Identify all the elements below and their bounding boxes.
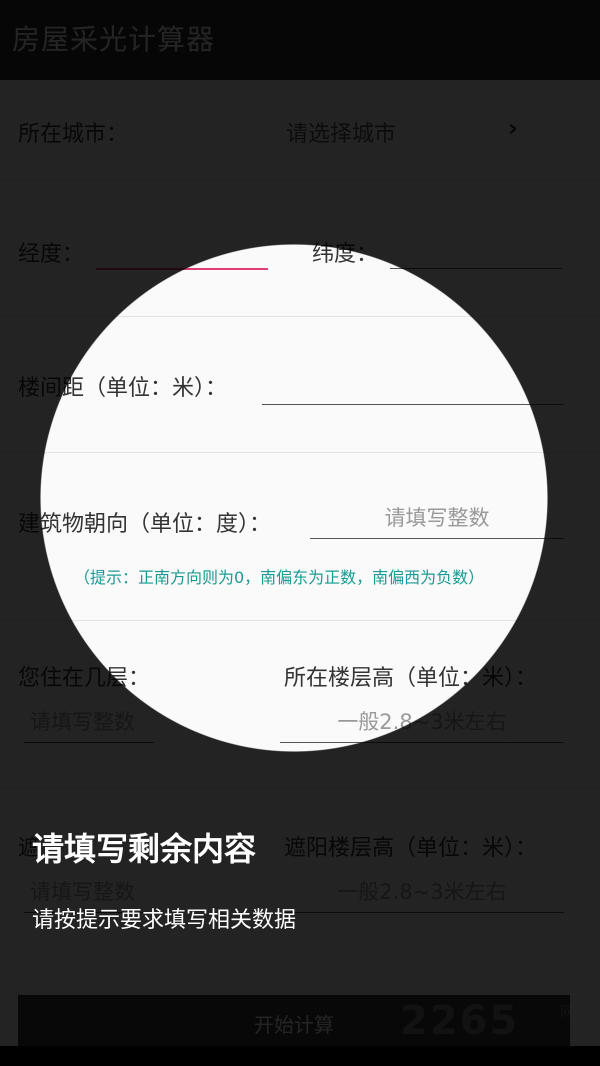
watermark-logo: 2265: [400, 998, 520, 1044]
divider: [0, 452, 600, 453]
floor-label: 您住在几层：: [18, 666, 151, 691]
shade-height-placeholder: 一般2.8~3米左右: [337, 880, 507, 904]
orientation-input[interactable]: 请填写整数: [310, 502, 564, 539]
orientation-hint: （提示：正南方向则为0，南偏东为正数，南偏西为负数）: [74, 568, 485, 587]
longitude-label: 经度：: [18, 242, 85, 267]
divider: [0, 788, 600, 789]
divider: [0, 180, 600, 181]
guide-title: 请填写剩余内容: [32, 830, 257, 868]
city-label: 所在城市：: [18, 122, 129, 147]
city-selector[interactable]: 请选择城市: [286, 116, 396, 148]
app-title: 房屋采光计算器: [12, 23, 216, 56]
floor-height-input[interactable]: 一般2.8~3米左右: [280, 706, 564, 743]
chevron-right-icon[interactable]: ›: [508, 114, 518, 142]
app-screen: 房屋采光计算器 所在城市： 请选择城市 › 经度： 纬度： 楼间距（单位：米）：…: [0, 0, 600, 1046]
guide-description: 请按提示要求填写相关数据: [32, 908, 297, 933]
latitude-input[interactable]: [390, 232, 562, 269]
orientation-label: 建筑物朝向（单位：度）：: [18, 512, 272, 537]
spacing-label: 楼间距（单位：米）：: [18, 376, 228, 401]
divider: [0, 316, 600, 317]
floor-height-placeholder: 一般2.8~3米左右: [337, 710, 507, 734]
floor-placeholder: 请填写整数: [30, 710, 135, 734]
longitude-input[interactable]: [96, 232, 268, 270]
latitude-label: 纬度：: [312, 242, 379, 267]
divider: [0, 620, 600, 621]
orientation-placeholder: 请填写整数: [384, 506, 490, 530]
watermark-suffix: 网: [560, 1005, 574, 1021]
shade-height-input[interactable]: 一般2.8~3米左右: [280, 876, 564, 913]
app-bar: 房屋采光计算器: [0, 0, 600, 80]
floor-height-label: 所在楼层高（单位：米）：: [284, 666, 538, 691]
shade-height-label: 遮阳楼层高（单位：米）：: [284, 836, 538, 861]
floor-input[interactable]: 请填写整数: [24, 706, 154, 743]
spacing-input[interactable]: [262, 368, 564, 405]
